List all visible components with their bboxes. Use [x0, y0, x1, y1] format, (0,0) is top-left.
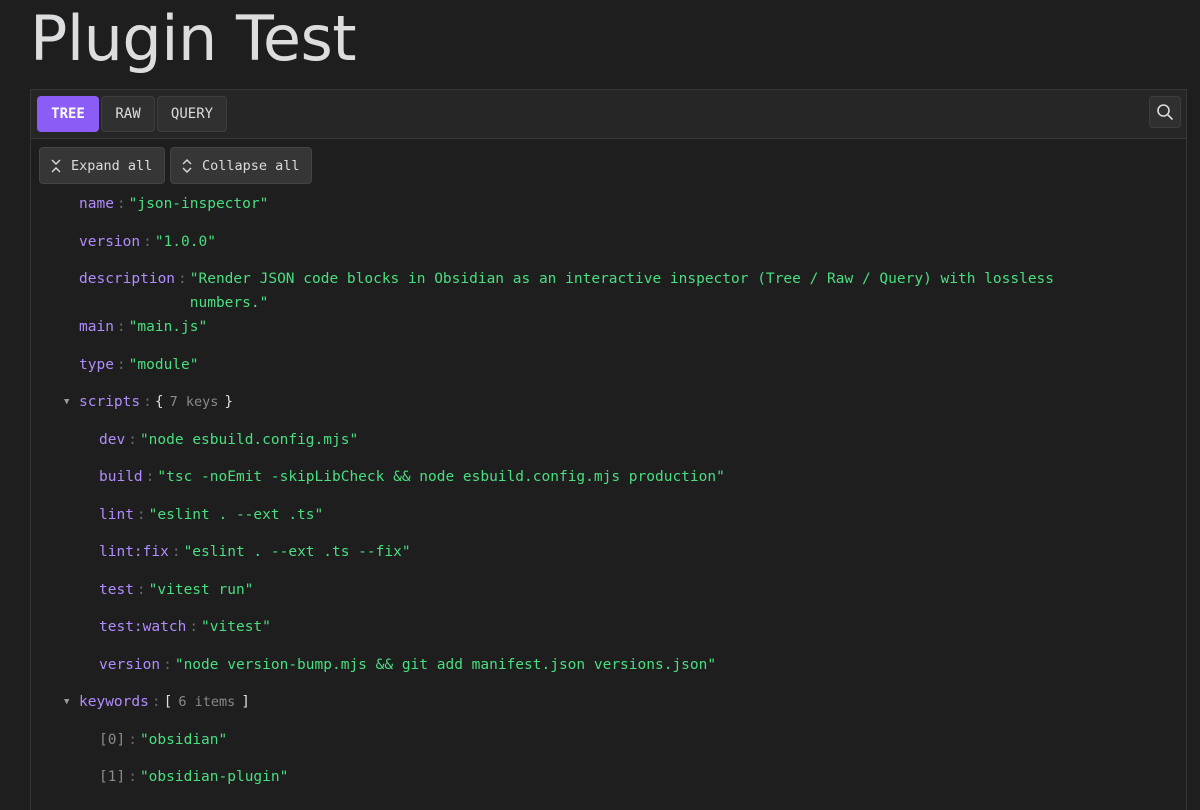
search-icon: [1157, 104, 1173, 120]
tree-row: [1]: "obsidian-plugin": [99, 769, 289, 785]
collapse-all-button[interactable]: Collapse all: [170, 147, 312, 184]
child-count: 6 items: [178, 694, 236, 710]
tree-value: "vitest run": [148, 582, 254, 598]
tree-row: lint:fix: "eslint . --ext .ts --fix": [99, 544, 411, 560]
tree-key: type: [79, 357, 114, 373]
tab-query[interactable]: QUERY: [157, 96, 227, 132]
tree-value: "main.js": [128, 319, 208, 335]
tree-row: lint: "eslint . --ext .ts": [99, 507, 324, 523]
caret-down-icon[interactable]: ▼: [64, 690, 69, 714]
tree-row-scripts[interactable]: ▼ scripts:{7 keys}: [64, 390, 233, 414]
tree-row: dev: "node esbuild.config.mjs": [99, 432, 359, 448]
tree-key: main: [79, 319, 114, 335]
tree-value: "module": [128, 357, 199, 373]
collapse-icon: [182, 158, 192, 173]
tree-key: version: [99, 657, 161, 673]
tree-value: "obsidian": [139, 732, 228, 748]
tree-key: description: [79, 271, 176, 287]
tree-value: "eslint . --ext .ts": [148, 507, 324, 523]
tab-tree[interactable]: TREE: [37, 96, 99, 132]
page-title: Plugin Test: [30, 2, 357, 75]
tree-value: "obsidian-plugin": [139, 769, 289, 785]
tree-row: test: "vitest run": [99, 582, 254, 598]
tree-value: "vitest": [201, 619, 271, 635]
tree-key: name: [79, 196, 114, 212]
tree-value: "node version-bump.mjs && git add manife…: [174, 657, 717, 673]
tab-raw[interactable]: RAW: [101, 96, 155, 132]
tree-index: [1]: [99, 769, 126, 785]
tree-row-version: version: "1.0.0": [79, 234, 216, 250]
json-inspector-panel: TREE RAW QUERY Expand all Collapse all n…: [30, 89, 1187, 810]
collapse-all-label: Collapse all: [202, 157, 300, 174]
tree-row-keywords[interactable]: ▼ keywords:[6 items]: [64, 690, 250, 714]
tree-row-main: main: "main.js": [79, 319, 208, 335]
view-tabbar: TREE RAW QUERY: [31, 90, 1186, 139]
tree-key: keywords: [79, 694, 149, 710]
tree-index: [0]: [99, 732, 126, 748]
tree-key: version: [79, 234, 141, 250]
tree-row-name: name: "json-inspector": [79, 196, 269, 212]
tree-value: "tsc -noEmit -skipLibCheck && node esbui…: [157, 469, 725, 485]
tree-value: "json-inspector": [128, 196, 269, 212]
tree-value: "1.0.0": [154, 234, 216, 250]
caret-down-icon[interactable]: ▼: [64, 390, 69, 414]
tree-key: dev: [99, 432, 126, 448]
tree-key: scripts: [79, 394, 141, 410]
tree-value: "Render JSON code blocks in Obsidian as …: [189, 271, 1055, 311]
tree-key: build: [99, 469, 143, 485]
tree-row: test:watch: "vitest": [99, 619, 271, 635]
tree-key: test: [99, 582, 134, 598]
tree-key: lint: [99, 507, 134, 523]
expand-all-button[interactable]: Expand all: [39, 147, 165, 184]
tree-value: "node esbuild.config.mjs": [139, 432, 359, 448]
tree-row: build: "tsc -noEmit -skipLibCheck && node…: [99, 469, 725, 485]
tree-key: lint:fix: [99, 544, 169, 560]
expand-all-label: Expand all: [71, 157, 153, 174]
tree-value: "eslint . --ext .ts --fix": [183, 544, 411, 560]
tree-row: version: "node version-bump.mjs && git ad…: [99, 657, 717, 673]
search-button[interactable]: [1149, 96, 1181, 128]
tree-row: [0]: "obsidian": [99, 732, 228, 748]
child-count: 7 keys: [169, 394, 219, 410]
tree-row-type: type: "module": [79, 357, 199, 373]
tree-key: test:watch: [99, 619, 187, 635]
tree-row-description: description: "Render JSON code blocks in …: [79, 267, 1079, 315]
expand-icon: [51, 159, 61, 172]
